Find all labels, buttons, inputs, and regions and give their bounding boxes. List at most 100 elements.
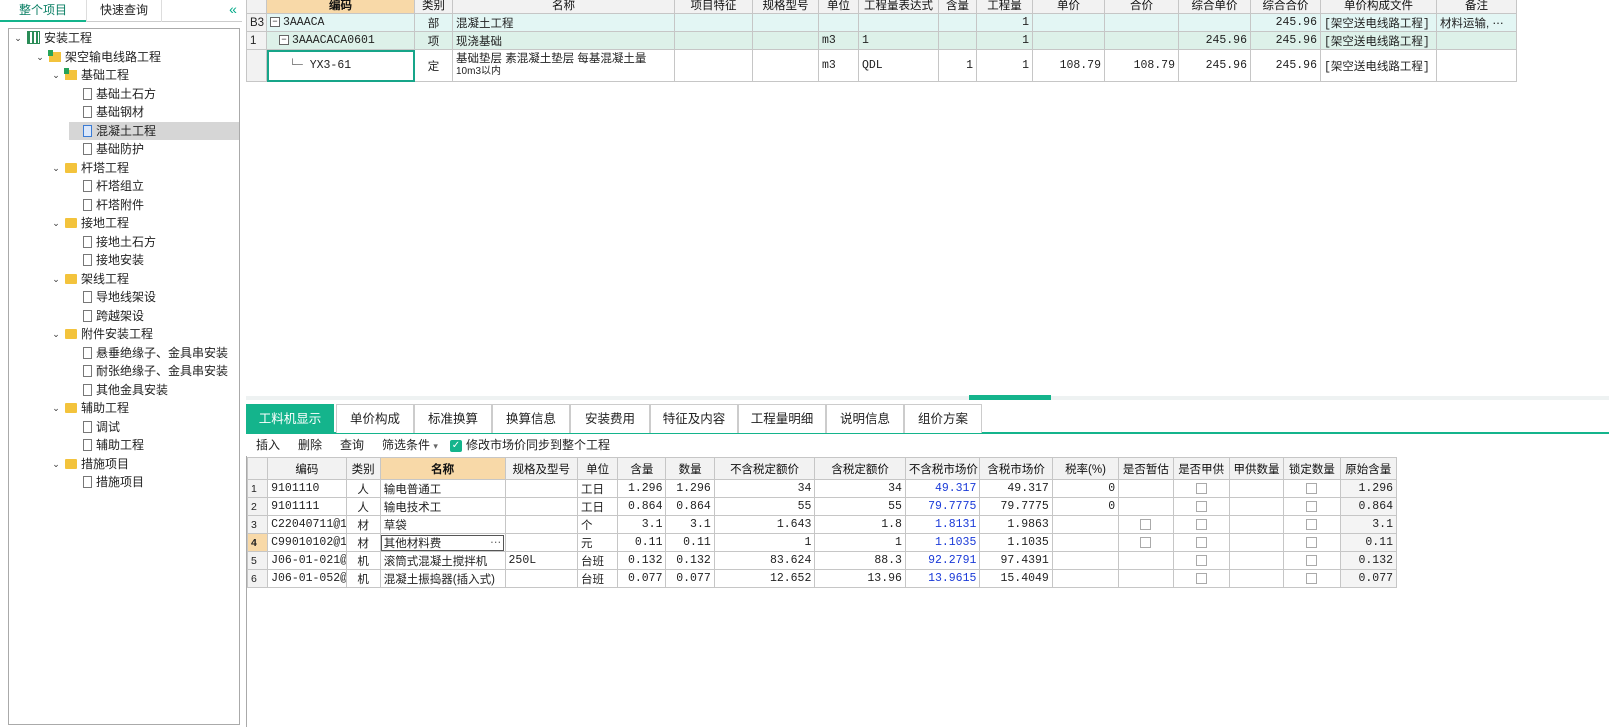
cell-note[interactable]: 材料运输, ⋯ bbox=[1436, 13, 1517, 32]
cell-code[interactable]: 9101111 bbox=[267, 497, 347, 516]
cell-tax[interactable] bbox=[1051, 569, 1120, 588]
cell-content[interactable] bbox=[938, 31, 977, 50]
tree-node[interactable]: 其他金具安装 bbox=[69, 381, 168, 399]
cell-content[interactable]: 1.296 bbox=[617, 479, 667, 498]
tree-node[interactable]: 耐张绝缘子、金具串安装 bbox=[69, 362, 228, 380]
filter-dropdown[interactable]: 筛选条件 ▾ bbox=[382, 436, 438, 456]
cell-ex_quota[interactable]: 1.643 bbox=[713, 515, 816, 534]
cell-code[interactable]: C22040711@1 bbox=[267, 515, 347, 534]
tree-toggle-icon[interactable]: ⌄ bbox=[49, 270, 63, 288]
tree-node[interactable]: 杆塔组立 bbox=[69, 177, 144, 195]
cell-type[interactable]: 机 bbox=[345, 569, 381, 588]
tree-toggle-icon[interactable]: ⌄ bbox=[33, 48, 47, 66]
cell-in_market[interactable]: 97.4391 bbox=[979, 551, 1053, 570]
cell-jia[interactable] bbox=[1172, 515, 1230, 534]
cell-unit[interactable]: 工日 bbox=[576, 497, 619, 516]
column-header[interactable] bbox=[246, 457, 269, 480]
cell-jia[interactable] bbox=[1172, 551, 1230, 570]
column-header[interactable]: 不含税市场价 bbox=[904, 457, 981, 480]
tab-quick-search[interactable]: 快速查询 bbox=[86, 0, 162, 22]
cell-ex_market[interactable]: 49.317 bbox=[904, 479, 981, 498]
cell-in_quota[interactable]: 13.96 bbox=[814, 569, 906, 588]
cell-est[interactable] bbox=[1118, 515, 1174, 534]
cell-expr[interactable]: QDL bbox=[858, 49, 939, 82]
cell-qty[interactable]: 1 bbox=[976, 49, 1033, 82]
cell-ex_quota[interactable]: 12.652 bbox=[713, 569, 816, 588]
cell-expr[interactable] bbox=[858, 13, 939, 32]
cell-in_market[interactable]: 49.317 bbox=[979, 479, 1053, 498]
checkbox[interactable] bbox=[1140, 518, 1152, 530]
insert-button[interactable]: 插入 bbox=[256, 436, 280, 456]
tab-detail-1[interactable]: 单价构成 bbox=[336, 404, 414, 433]
cell-type[interactable]: 人 bbox=[345, 497, 381, 516]
checkbox[interactable] bbox=[1306, 536, 1318, 548]
collapse-icon[interactable]: − bbox=[279, 34, 289, 45]
tree-node[interactable]: ⌄ 架线工程 bbox=[49, 270, 129, 288]
cell-est[interactable] bbox=[1118, 533, 1174, 552]
cell-name[interactable]: 现浇基础 bbox=[452, 31, 675, 50]
column-header[interactable]: 名称 bbox=[452, 0, 675, 14]
tree-toggle-icon[interactable]: ⌄ bbox=[49, 214, 63, 232]
cell-price[interactable] bbox=[1032, 31, 1105, 50]
cell-comp_price[interactable]: 245.96 bbox=[1178, 31, 1251, 50]
cell-ex_market[interactable]: 1.1035 bbox=[904, 533, 981, 552]
cell-ex_quota[interactable]: 1 bbox=[713, 533, 816, 552]
collapse-panel-icon[interactable]: « bbox=[226, 1, 240, 19]
tree-node[interactable]: 接地土石方 bbox=[69, 233, 156, 251]
cell-unit[interactable]: 元 bbox=[576, 533, 619, 552]
tab-detail-4[interactable]: 安装费用 bbox=[570, 404, 650, 433]
table-row[interactable]: B3−3AAACA 部混凝土工程 1 245.96 [架空送电线路工程] 材料运输, ⋯ bbox=[246, 13, 1517, 32]
column-header[interactable]: 含量 bbox=[938, 0, 977, 14]
cell-type[interactable]: 定 bbox=[414, 49, 453, 82]
cell-lock[interactable] bbox=[1283, 497, 1341, 516]
cell-content[interactable]: 0.132 bbox=[617, 551, 667, 570]
cell-jia_qty[interactable] bbox=[1228, 569, 1285, 588]
cell-spec[interactable] bbox=[504, 479, 578, 498]
tree-node[interactable]: ⌄ 杆塔工程 bbox=[49, 159, 129, 177]
column-header[interactable]: 单价 bbox=[1032, 0, 1105, 14]
cell-type[interactable]: 材 bbox=[345, 515, 381, 534]
table-row[interactable]: └─ YX3-61 定基础垫层 素混凝土垫层 每基混凝土量 10m3以内 m3 QDL 1… bbox=[246, 49, 1517, 82]
cell-spec[interactable] bbox=[504, 533, 578, 552]
cell-name[interactable]: 滚筒式混凝土搅拌机 bbox=[379, 551, 506, 570]
cell-expr[interactable]: 1 bbox=[858, 31, 939, 50]
cell-lock[interactable] bbox=[1283, 533, 1341, 552]
table-row[interactable]: 1 9101110 人输电普通工 工日 1.296 1.296 34 34 49.317 49.3… bbox=[246, 479, 1398, 498]
cell-name[interactable]: 其他材料费 ⋯ bbox=[379, 533, 506, 552]
cell-orig[interactable]: 0.077 bbox=[1339, 569, 1398, 588]
column-header[interactable]: 单价构成文件 bbox=[1320, 0, 1437, 14]
column-header[interactable]: 规格型号 bbox=[752, 0, 819, 14]
cell-unit[interactable]: m3 bbox=[818, 31, 859, 50]
column-header[interactable]: 类别 bbox=[345, 457, 381, 480]
cell-qty[interactable]: 3.1 bbox=[665, 515, 715, 534]
cell-orig[interactable]: 0.11 bbox=[1339, 533, 1398, 552]
column-header[interactable] bbox=[246, 0, 267, 14]
cell-comp_price[interactable] bbox=[1178, 13, 1251, 32]
column-header[interactable]: 含税市场价 bbox=[979, 457, 1053, 480]
tree-toggle-icon[interactable]: ⌄ bbox=[49, 66, 63, 84]
tree-toggle-icon[interactable]: ⌄ bbox=[49, 399, 63, 417]
cell-code[interactable]: C99010102@1 bbox=[267, 533, 347, 552]
cell-in_market[interactable]: 1.9863 bbox=[979, 515, 1053, 534]
cell-lock[interactable] bbox=[1283, 515, 1341, 534]
cell-ex_market[interactable]: 13.9615 bbox=[904, 569, 981, 588]
column-header[interactable]: 编码 bbox=[266, 0, 415, 14]
cell-spec[interactable] bbox=[504, 497, 578, 516]
cell-type[interactable]: 机 bbox=[345, 551, 381, 570]
cell-orig[interactable]: 1.296 bbox=[1339, 479, 1398, 498]
tab-detail-7[interactable]: 说明信息 bbox=[826, 404, 904, 433]
cell-lock[interactable] bbox=[1283, 479, 1341, 498]
cell-feature[interactable] bbox=[674, 31, 753, 50]
more-icon[interactable]: ⋯ bbox=[490, 535, 502, 549]
cell-in_quota[interactable]: 34 bbox=[814, 479, 906, 498]
checkbox[interactable] bbox=[1195, 572, 1207, 584]
cell-tax[interactable] bbox=[1051, 551, 1120, 570]
cell-note[interactable] bbox=[1436, 49, 1517, 82]
table-row[interactable]: 5 J06-01-021@1 机滚筒式混凝土搅拌机 250L 台班 0.132 0.132 8… bbox=[246, 551, 1398, 570]
tree-node[interactable]: 混凝土工程 bbox=[69, 121, 239, 140]
tree-node[interactable]: 悬垂绝缘子、金具串安装 bbox=[69, 344, 228, 362]
cell-ex_market[interactable]: 92.2791 bbox=[904, 551, 981, 570]
cell-unit[interactable]: 台班 bbox=[576, 551, 619, 570]
tree-node[interactable]: 导地线架设 bbox=[69, 288, 156, 306]
column-header[interactable]: 含税定额价 bbox=[814, 457, 906, 480]
